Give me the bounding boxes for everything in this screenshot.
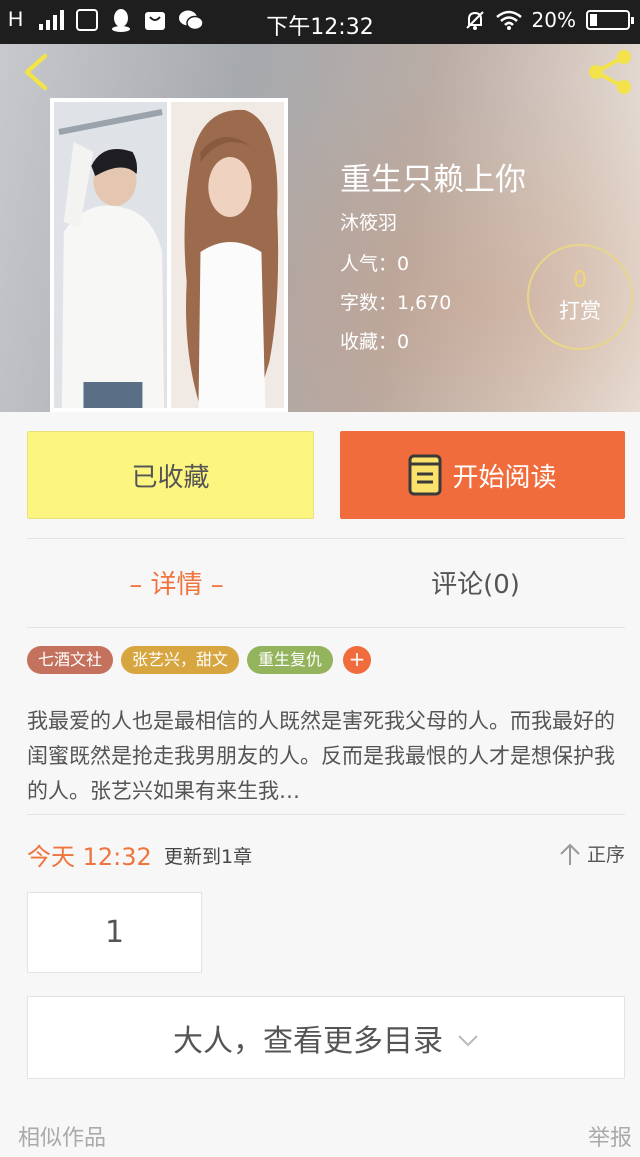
reward-button[interactable]: 0 打赏 [527, 244, 633, 350]
book-title: 重生只赖上你 [340, 162, 526, 198]
mute-icon [465, 11, 484, 30]
tab-comments[interactable]: 评论(0) [326, 560, 625, 610]
start-reading-label: 开始阅读 [452, 462, 557, 493]
tag-theme[interactable]: 重生复仇 [247, 646, 334, 674]
tag-list: 七酒文社 张艺兴，甜文 重生复仇 + [27, 646, 372, 674]
reward-label: 打赏 [559, 299, 601, 323]
status-right: 20% [464, 8, 634, 32]
book-author[interactable]: 沐筱羽 [340, 208, 397, 235]
share-icon[interactable] [586, 48, 634, 96]
collect-button[interactable]: 已收藏 [27, 431, 314, 519]
divider [27, 627, 625, 628]
tag-genre[interactable]: 张艺兴，甜文 [121, 646, 240, 674]
update-time: 今天 12:32 [27, 843, 152, 871]
book-synopsis[interactable]: 我最爱的人也是最相信的人既然是害死我父母的人。而我最好的闺蜜既然是抢走我男朋友的… [27, 704, 627, 809]
update-text: 更新到1章 [164, 846, 253, 868]
cover-photo-right [171, 102, 284, 408]
battery-level [590, 14, 598, 26]
start-reading-button[interactable]: 开始阅读 [340, 431, 625, 519]
book-header: 重生只赖上你 沐筱羽 人气：0 字数：1,670 收藏：0 0 打赏 [0, 44, 640, 412]
chevron-down-icon [458, 1034, 478, 1046]
divider [27, 538, 625, 539]
more-catalog-button[interactable]: 大人，查看更多目录 [27, 996, 625, 1079]
tag-publisher[interactable]: 七酒文社 [27, 646, 114, 674]
wifi-icon [495, 10, 522, 30]
report-link[interactable]: 举报 [588, 1120, 632, 1152]
sort-label: 正序 [586, 844, 625, 866]
arrow-up-icon [560, 843, 580, 865]
tab-details[interactable]: – 详情 – [27, 560, 326, 610]
book-word-count: 字数：1,670 [340, 292, 452, 314]
book-icon [408, 454, 442, 496]
battery-icon [586, 10, 634, 30]
divider [27, 814, 625, 815]
add-tag-button[interactable]: + [343, 646, 372, 674]
more-catalog-label: 大人，查看更多目录 [173, 1023, 443, 1059]
chapter-item[interactable]: 1 [27, 892, 202, 973]
reward-count: 0 [573, 268, 587, 293]
chevron-left-icon[interactable] [18, 52, 58, 92]
status-bar: H 下午12:32 20% [0, 0, 640, 44]
collect-label: 已收藏 [131, 462, 210, 493]
cover-photo-left [54, 102, 167, 408]
book-favorites: 收藏：0 [340, 331, 410, 353]
battery-percent: 20% [531, 8, 576, 32]
book-cover[interactable] [50, 98, 288, 412]
book-popularity: 人气：0 [340, 253, 410, 275]
similar-works-label: 相似作品 [18, 1126, 107, 1151]
sort-button[interactable]: 正序 [559, 840, 625, 867]
